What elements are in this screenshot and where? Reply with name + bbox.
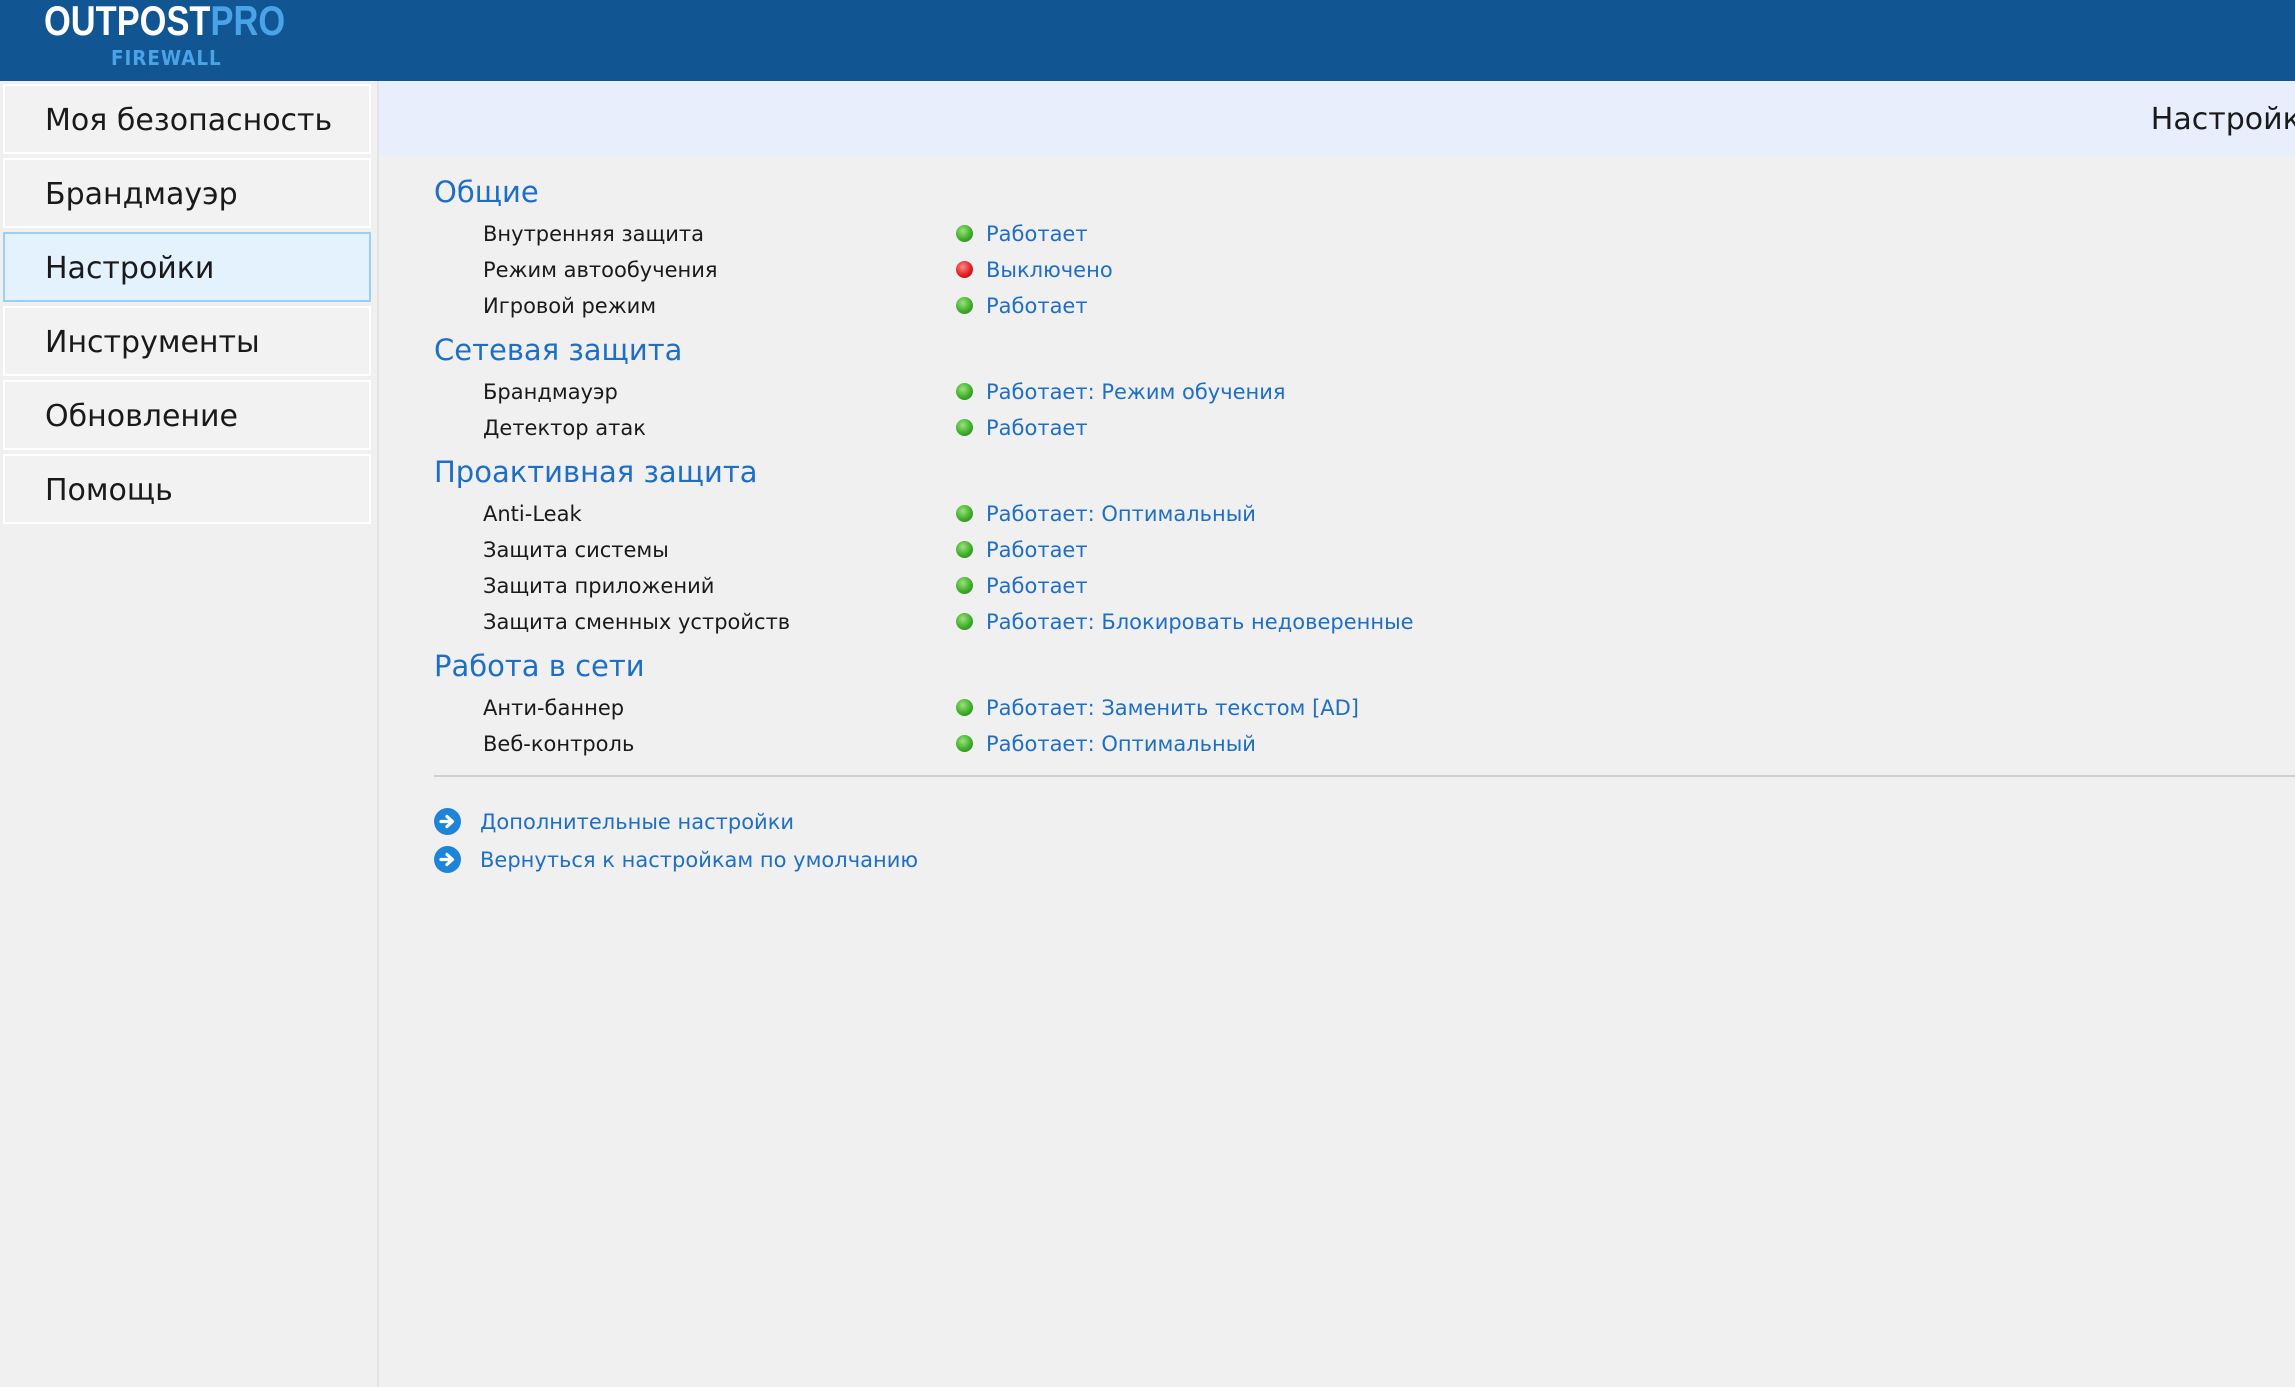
sidebar: Моя безопасность Брандмауэр Настройки Ин…	[0, 81, 379, 1387]
status-green-icon	[956, 504, 973, 522]
status-red-icon	[956, 260, 973, 278]
status-link[interactable]: Работает	[956, 537, 1088, 563]
status-green-icon	[956, 224, 973, 242]
logo-firewall: FIREWALL	[111, 46, 222, 70]
app-header: OUTPOSTPRO FIREWALL	[0, 0, 2295, 81]
row-label: Защита сменных устройств	[483, 610, 791, 634]
arrow-right-circle-icon	[434, 845, 461, 873]
advanced-settings-link[interactable]: Дополнительные настройки	[434, 807, 795, 836]
status-text: Работает: Режим обучения	[986, 380, 1286, 404]
status-link[interactable]: Работает: Режим обучения	[956, 379, 1286, 405]
status-green-icon	[956, 734, 973, 752]
status-green-icon	[956, 612, 973, 630]
status-link[interactable]: Выключено	[956, 257, 1113, 283]
section-heading-proactive-protection[interactable]: Проактивная защита	[434, 455, 758, 489]
app-logo: OUTPOSTPRO	[44, 0, 285, 42]
status-text: Работает: Оптимальный	[986, 732, 1256, 756]
sidebar-item-settings[interactable]: Настройки	[3, 232, 371, 302]
status-link[interactable]: Работает: Заменить текстом [AD]	[956, 695, 1359, 721]
sidebar-item-update[interactable]: Обновление	[3, 380, 371, 450]
page-title-bar: Настройки	[379, 82, 2295, 157]
link-text: Дополнительные настройки	[480, 810, 795, 834]
status-link[interactable]: Работает: Блокировать недоверенные	[956, 609, 1414, 635]
status-green-icon	[956, 296, 973, 314]
page-title: Настройки	[2150, 102, 2295, 137]
section-heading-general[interactable]: Общие	[434, 175, 539, 209]
row-label: Защита системы	[483, 538, 669, 562]
section-heading-web[interactable]: Работа в сети	[434, 649, 645, 683]
section-heading-network-protection[interactable]: Сетевая защита	[434, 333, 682, 367]
status-text: Работает	[986, 538, 1088, 562]
status-green-icon	[956, 540, 973, 558]
status-link[interactable]: Работает	[956, 221, 1088, 247]
status-green-icon	[956, 576, 973, 594]
row-label: Игровой режим	[483, 294, 657, 318]
restore-defaults-link[interactable]: Вернуться к настройкам по умолчанию	[434, 845, 919, 874]
row-label: Режим автообучения	[483, 258, 718, 282]
row-label: Веб-контроль	[483, 732, 635, 756]
status-text: Выключено	[986, 258, 1113, 282]
status-text: Работает	[986, 574, 1088, 598]
row-label: Внутренняя защита	[483, 222, 705, 246]
row-label: Брандмауэр	[483, 380, 618, 404]
logo-pro: PRO	[210, 0, 286, 44]
status-text: Работает	[986, 222, 1088, 246]
status-link[interactable]: Работает	[956, 415, 1088, 441]
sidebar-item-help[interactable]: Помощь	[3, 454, 371, 524]
logo-outpost: OUTPOST	[44, 0, 211, 44]
status-link[interactable]: Работает	[956, 573, 1088, 599]
row-label: Anti-Leak	[483, 502, 582, 526]
status-text: Работает	[986, 294, 1088, 318]
status-link[interactable]: Работает: Оптимальный	[956, 501, 1256, 527]
status-text: Работает	[986, 416, 1088, 440]
status-text: Работает: Оптимальный	[986, 502, 1256, 526]
sidebar-item-my-security[interactable]: Моя безопасность	[3, 84, 371, 154]
row-label: Защита приложений	[483, 574, 715, 598]
divider	[434, 775, 2295, 777]
sidebar-item-tools[interactable]: Инструменты	[3, 306, 371, 376]
status-text: Работает: Блокировать недоверенные	[986, 610, 1414, 634]
row-label: Анти-баннер	[483, 696, 625, 720]
row-label: Детектор атак	[483, 416, 646, 440]
status-link[interactable]: Работает: Оптимальный	[956, 731, 1256, 757]
status-green-icon	[956, 698, 973, 716]
sidebar-item-firewall[interactable]: Брандмауэр	[3, 158, 371, 228]
status-text: Работает: Заменить текстом [AD]	[986, 696, 1359, 720]
status-green-icon	[956, 382, 973, 400]
link-text: Вернуться к настройкам по умолчанию	[480, 848, 919, 872]
status-link[interactable]: Работает	[956, 293, 1088, 319]
arrow-right-circle-icon	[434, 807, 461, 835]
status-green-icon	[956, 418, 973, 436]
